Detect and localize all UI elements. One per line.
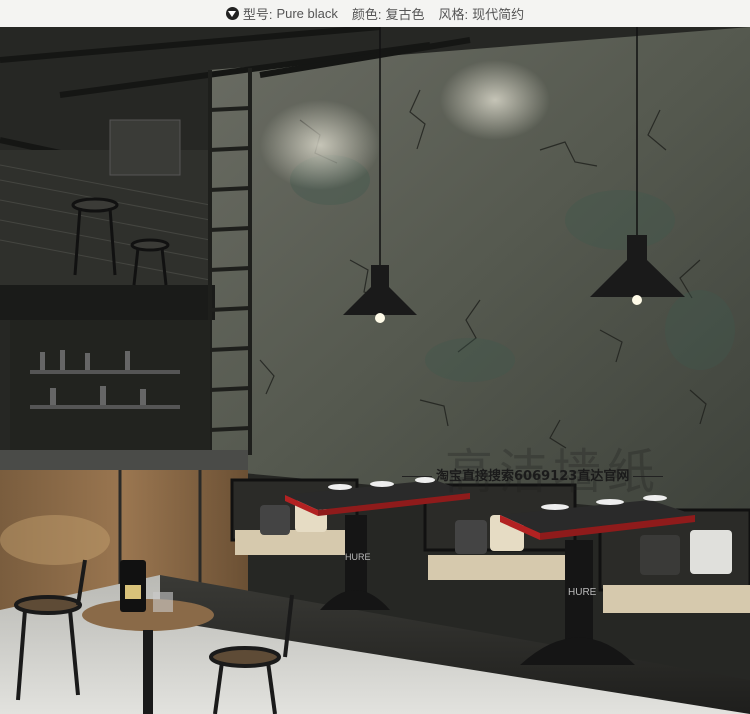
spec-model: 型号: Pure black (225, 4, 338, 23)
mezzanine-floor (0, 285, 215, 320)
counter-barrel-light (0, 515, 110, 565)
wall-spotlight-right (440, 60, 550, 140)
watermark-search: 淘宝直接搜索6069123直达官网 (398, 465, 667, 484)
bar-shelf-unit (10, 320, 210, 450)
watermark-rule-right (633, 476, 664, 477)
product-photo-page: 型号: Pure black 颜色: 复古色 风格: 现代简约 HURE HUR… (0, 0, 750, 714)
spec-color-label: 颜色: (351, 7, 382, 22)
restaurant-interior-scene: HURE HURE (0, 27, 750, 714)
watermark-rule-left (402, 476, 432, 477)
table-logo-left: HURE (345, 552, 371, 562)
spec-style-label: 风格: (438, 7, 469, 22)
spec-model-value: Pure black (276, 6, 338, 21)
chevron-down-icon (225, 7, 239, 20)
spec-color: 颜色: 复古色 (352, 4, 425, 23)
spec-bar: 型号: Pure black 颜色: 复古色 风格: 现代简约 (0, 0, 750, 27)
watermark-search-text: 淘宝直接搜索6069123直达官网 (436, 469, 630, 484)
spec-color-value: 复古色 (385, 7, 425, 22)
wall-photo-frames (109, 119, 181, 176)
wall-spotlight-left (260, 100, 380, 190)
spec-style-value: 现代简约 (472, 7, 525, 22)
spec-style: 风格: 现代简约 (439, 4, 525, 23)
table-logo-right: HURE (568, 587, 597, 598)
spec-model-label: 型号: (242, 7, 273, 22)
